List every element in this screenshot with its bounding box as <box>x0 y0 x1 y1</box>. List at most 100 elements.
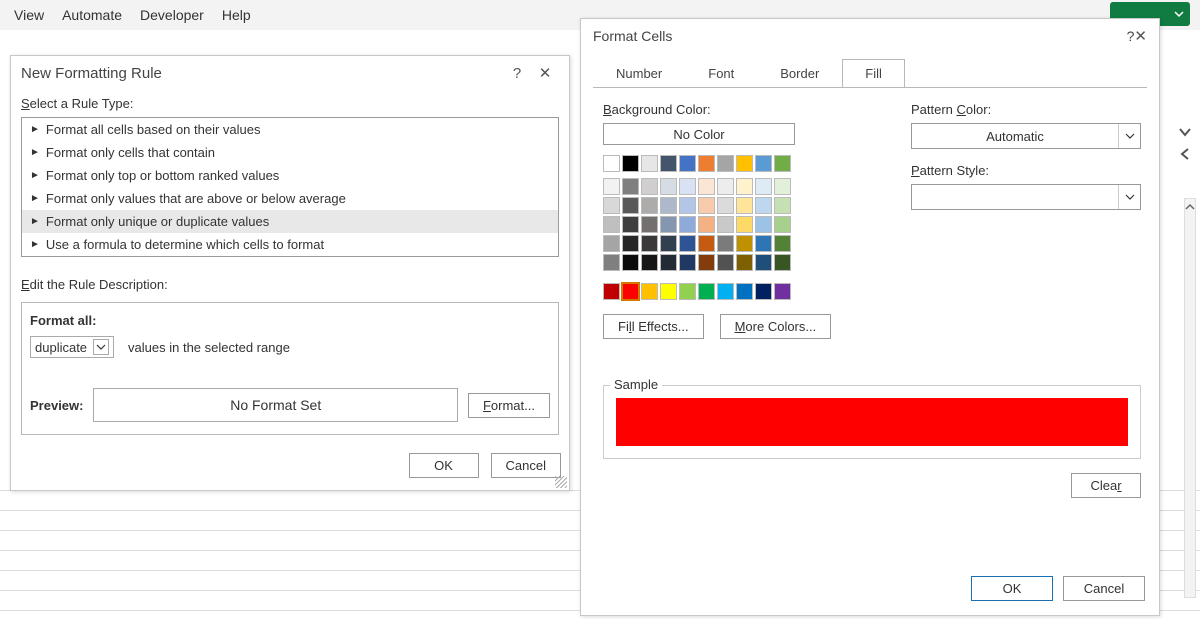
color-swatch[interactable] <box>603 197 620 214</box>
color-swatch[interactable] <box>660 235 677 252</box>
color-swatch[interactable] <box>660 197 677 214</box>
color-swatch[interactable] <box>622 283 639 300</box>
color-swatch[interactable] <box>603 216 620 233</box>
color-swatch[interactable] <box>736 216 753 233</box>
resize-grip[interactable] <box>555 476 567 488</box>
color-swatch[interactable] <box>660 254 677 271</box>
color-swatch[interactable] <box>679 235 696 252</box>
color-swatch[interactable] <box>660 178 677 195</box>
color-swatch[interactable] <box>603 254 620 271</box>
color-swatch[interactable] <box>622 155 639 172</box>
color-swatch[interactable] <box>755 235 772 252</box>
color-swatch[interactable] <box>641 216 658 233</box>
menu-view[interactable]: View <box>14 7 44 23</box>
color-swatch[interactable] <box>717 155 734 172</box>
rule-type-item[interactable]: ►Format only values that are above or be… <box>22 187 558 210</box>
scroll-up-icon[interactable] <box>1185 199 1195 215</box>
chevron-down-icon[interactable] <box>1178 125 1192 139</box>
color-swatch[interactable] <box>736 155 753 172</box>
rule-type-list[interactable]: ►Format all cells based on their values►… <box>21 117 559 257</box>
duplicate-unique-select[interactable]: duplicate <box>30 336 114 358</box>
color-swatch[interactable] <box>641 197 658 214</box>
tab-font[interactable]: Font <box>685 59 757 88</box>
color-swatch[interactable] <box>641 155 658 172</box>
rule-type-item[interactable]: ►Format only top or bottom ranked values <box>22 164 558 187</box>
rule-type-item[interactable]: ►Format all cells based on their values <box>22 118 558 141</box>
more-colors-button[interactable]: More Colors... <box>720 314 832 339</box>
color-swatch[interactable] <box>717 216 734 233</box>
color-swatch[interactable] <box>622 254 639 271</box>
color-swatch[interactable] <box>660 155 677 172</box>
color-swatch[interactable] <box>679 178 696 195</box>
color-swatch[interactable] <box>679 254 696 271</box>
pattern-color-select[interactable]: Automatic <box>911 123 1141 149</box>
cancel-button[interactable]: Cancel <box>491 453 561 478</box>
color-swatch[interactable] <box>774 283 791 300</box>
color-swatch[interactable] <box>698 178 715 195</box>
color-swatch[interactable] <box>698 155 715 172</box>
color-swatch[interactable] <box>698 197 715 214</box>
color-swatch[interactable] <box>736 197 753 214</box>
color-swatch[interactable] <box>717 197 734 214</box>
color-swatch[interactable] <box>698 216 715 233</box>
color-swatch[interactable] <box>774 197 791 214</box>
color-swatch[interactable] <box>698 254 715 271</box>
color-swatch[interactable] <box>755 197 772 214</box>
color-swatch[interactable] <box>679 155 696 172</box>
rule-type-item[interactable]: ►Use a formula to determine which cells … <box>22 233 558 256</box>
color-swatch[interactable] <box>622 178 639 195</box>
color-swatch[interactable] <box>622 216 639 233</box>
color-swatch[interactable] <box>736 178 753 195</box>
close-button[interactable]: ✕ <box>1134 27 1147 45</box>
color-swatch[interactable] <box>717 235 734 252</box>
color-swatch[interactable] <box>698 235 715 252</box>
color-swatch[interactable] <box>641 178 658 195</box>
clear-button[interactable]: Clear <box>1071 473 1141 498</box>
color-swatch[interactable] <box>717 254 734 271</box>
tab-border[interactable]: Border <box>757 59 842 88</box>
close-button[interactable]: ✕ <box>531 64 559 82</box>
help-button[interactable]: ? <box>503 65 531 82</box>
color-swatch[interactable] <box>717 283 734 300</box>
color-swatch[interactable] <box>679 216 696 233</box>
color-swatch[interactable] <box>736 254 753 271</box>
color-swatch[interactable] <box>641 235 658 252</box>
color-swatch[interactable] <box>774 235 791 252</box>
color-swatch[interactable] <box>755 254 772 271</box>
color-swatch[interactable] <box>660 216 677 233</box>
pattern-style-select[interactable] <box>911 184 1141 210</box>
color-swatch[interactable] <box>603 178 620 195</box>
color-swatch[interactable] <box>774 178 791 195</box>
color-swatch[interactable] <box>774 254 791 271</box>
color-swatch[interactable] <box>603 283 620 300</box>
color-swatch[interactable] <box>736 283 753 300</box>
color-swatch[interactable] <box>660 283 677 300</box>
color-swatch[interactable] <box>698 283 715 300</box>
format-button[interactable]: Format... <box>468 393 550 418</box>
menu-help[interactable]: Help <box>222 7 251 23</box>
color-swatch[interactable] <box>622 197 639 214</box>
color-swatch[interactable] <box>736 235 753 252</box>
color-swatch[interactable] <box>603 235 620 252</box>
fill-effects-button[interactable]: FiIll Effects... <box>603 314 704 339</box>
rule-type-item[interactable]: ►Format only cells that contain <box>22 141 558 164</box>
color-swatch[interactable] <box>755 283 772 300</box>
menu-automate[interactable]: Automate <box>62 7 122 23</box>
chevron-left-icon[interactable] <box>1178 147 1192 161</box>
ok-button[interactable]: OK <box>971 576 1053 601</box>
ok-button[interactable]: OK <box>409 453 479 478</box>
color-swatch[interactable] <box>679 197 696 214</box>
color-swatch[interactable] <box>774 216 791 233</box>
color-swatch[interactable] <box>717 178 734 195</box>
tab-fill[interactable]: Fill <box>842 59 905 88</box>
tab-number[interactable]: Number <box>593 59 685 88</box>
no-color-button[interactable]: No Color <box>603 123 795 145</box>
color-swatch[interactable] <box>755 155 772 172</box>
cancel-button[interactable]: Cancel <box>1063 576 1145 601</box>
color-swatch[interactable] <box>755 216 772 233</box>
color-swatch[interactable] <box>755 178 772 195</box>
color-swatch[interactable] <box>603 155 620 172</box>
vertical-scrollbar[interactable] <box>1184 198 1196 598</box>
color-swatch[interactable] <box>679 283 696 300</box>
color-swatch[interactable] <box>641 254 658 271</box>
